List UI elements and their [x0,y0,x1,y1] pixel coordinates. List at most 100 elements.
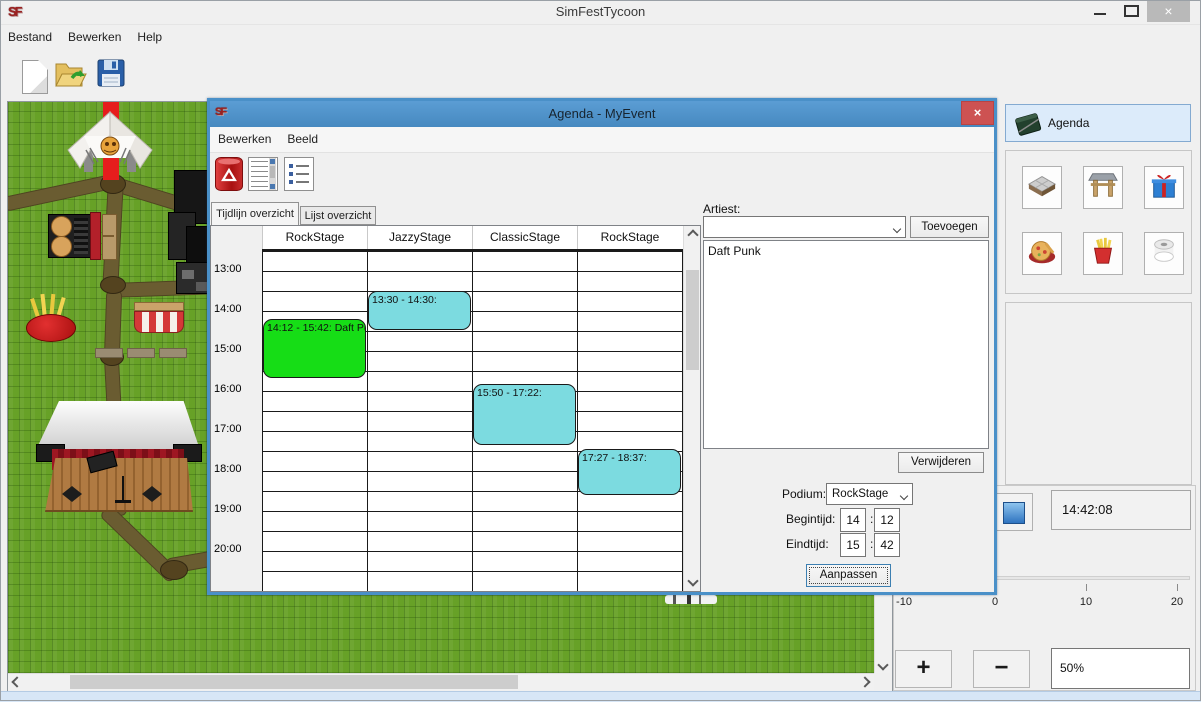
zoom-level-field[interactable]: 50% [1051,648,1190,689]
zoom-out-button[interactable]: − [973,650,1030,688]
main-stage[interactable] [36,398,208,516]
menu-item-bestand[interactable]: Bestand [0,25,60,49]
artist-combobox[interactable] [703,216,906,238]
maximize-button[interactable] [1116,0,1144,22]
shop-item-platform-button[interactable] [1022,166,1062,209]
schedule-event[interactable]: 17:27 - 18:37: [578,449,681,495]
tab-lijst-overzicht[interactable]: Lijst overzicht [300,206,376,225]
time-colon: : [870,512,873,526]
menu-item-bewerken[interactable]: Bewerken [60,25,129,49]
play-pause-button[interactable] [993,493,1033,531]
list-item[interactable]: Daft Punk [704,241,988,261]
close-button[interactable]: × [1147,0,1190,22]
podium-label: Podium: [782,487,826,501]
shop-items-panel [1005,150,1192,294]
slider-tick-label: 0 [980,596,1010,608]
start-time-label: Begintijd: [786,512,835,526]
schedule-header: RockStageJazzyStageClassicStageRockStage [262,226,683,251]
slider-tick-label: 10 [1071,596,1101,608]
horizontal-scroll-thumb[interactable] [70,675,518,689]
info-panel [1005,302,1192,485]
fries-stand[interactable] [26,300,76,342]
gate-icon [1088,170,1118,205]
dialog-close-button[interactable]: × [961,101,994,125]
schedule-vertical-scrollbar[interactable] [683,226,700,591]
status-bar [0,691,1201,702]
agenda-dialog: SF Agenda - MyEvent × BewerkenBeeld T [207,98,997,595]
schedule-event[interactable]: 14:12 - 15:42: Daft Punk [263,319,366,378]
slider-tick-label: -10 [889,596,919,608]
end-hour-field[interactable]: 15 [840,533,866,557]
scroll-down-button[interactable] [875,656,890,673]
menu-item-help[interactable]: Help [129,25,170,49]
agenda-book-icon [1012,108,1044,140]
time-colon: : [870,537,873,551]
open-folder-icon [52,56,88,92]
list-view-icon [284,157,314,191]
remove-artist-button[interactable]: Verwijderen [898,452,984,473]
dialog-menu-item-beeld[interactable]: Beeld [279,127,326,151]
schedule-scroll-down-button[interactable] [685,573,700,589]
play-pause-icon [1003,502,1025,524]
schedule-scroll-up-button[interactable] [685,227,700,243]
hour-label: 13:00 [214,263,260,279]
map-horizontal-scrollbar[interactable] [8,673,874,690]
pizza-icon [1027,236,1057,271]
add-artist-button[interactable]: Toevoegen [910,216,989,238]
shop-item-fries-button[interactable] [1083,232,1123,275]
zoom-in-button[interactable]: + [895,650,952,688]
podium-combobox-value: RockStage [832,484,894,504]
dialog-titlebar[interactable]: SF Agenda - MyEvent × [210,101,994,127]
save-file-button[interactable] [92,54,130,92]
chevron-up-icon [687,229,698,240]
shop-item-toilet-roll-button[interactable] [1144,232,1184,275]
column-header-rockstage: RockStage [262,226,367,249]
start-minute-field[interactable]: 12 [874,508,900,532]
dialog-menu-item-bewerken[interactable]: Bewerken [210,127,279,151]
striped-stand[interactable] [134,302,184,335]
fries-icon [1088,236,1118,271]
panel-item-agenda[interactable]: Agenda [1005,104,1191,142]
chevron-down-icon [893,225,901,233]
hour-label: 20:00 [214,543,260,559]
list-view-button[interactable] [284,157,314,191]
apply-button[interactable]: Aanpassen [806,564,891,587]
scroll-left-button[interactable] [8,674,26,690]
main-toolbar [0,50,1201,96]
schedule-event[interactable]: 15:50 - 17:22: [473,384,576,444]
new-file-button[interactable] [8,54,46,92]
delete-event-button[interactable] [215,157,242,191]
chevron-down-icon [877,659,888,670]
dirt-path [8,174,115,212]
shop-item-gate-button[interactable] [1083,166,1123,209]
end-minute-field[interactable]: 42 [874,533,900,557]
shop-item-gift-button[interactable] [1144,166,1184,209]
slider-tick [1177,584,1178,591]
timeline-view-icon [248,157,278,191]
path-node [100,276,126,294]
path-node [160,560,188,580]
open-file-button[interactable] [50,54,88,92]
shop-item-pizza-button[interactable] [1022,232,1062,275]
planks [95,346,187,358]
burger-stand[interactable] [48,210,100,258]
timeline-view-button[interactable] [248,157,278,191]
time-gutter: 13:0014:0015:0016:0017:0018:0019:0020:00 [211,226,262,591]
artist-listbox[interactable]: Daft Punk [703,240,989,449]
tab-tijdlijn-overzicht[interactable]: Tijdlijn overzicht [211,202,299,225]
maximize-icon [1124,5,1139,17]
schedule-pane: 13:0014:0015:0016:0017:0018:0019:0020:00… [210,225,701,592]
schedule-event[interactable]: 13:30 - 14:30: [368,291,471,330]
start-hour-field[interactable]: 14 [840,508,866,532]
white-tent[interactable] [66,110,154,176]
schedule-scroll-thumb[interactable] [686,270,699,370]
podium-combobox[interactable]: RockStage [826,483,913,505]
chevron-down-icon [687,575,698,586]
clipped-map-object [665,595,717,604]
minimize-button[interactable] [1086,0,1114,22]
chevron-down-icon [900,492,908,500]
chevron-right-icon [859,676,870,687]
scroll-right-button[interactable] [856,674,874,690]
bench[interactable] [102,214,117,260]
save-floppy-icon [95,57,127,89]
